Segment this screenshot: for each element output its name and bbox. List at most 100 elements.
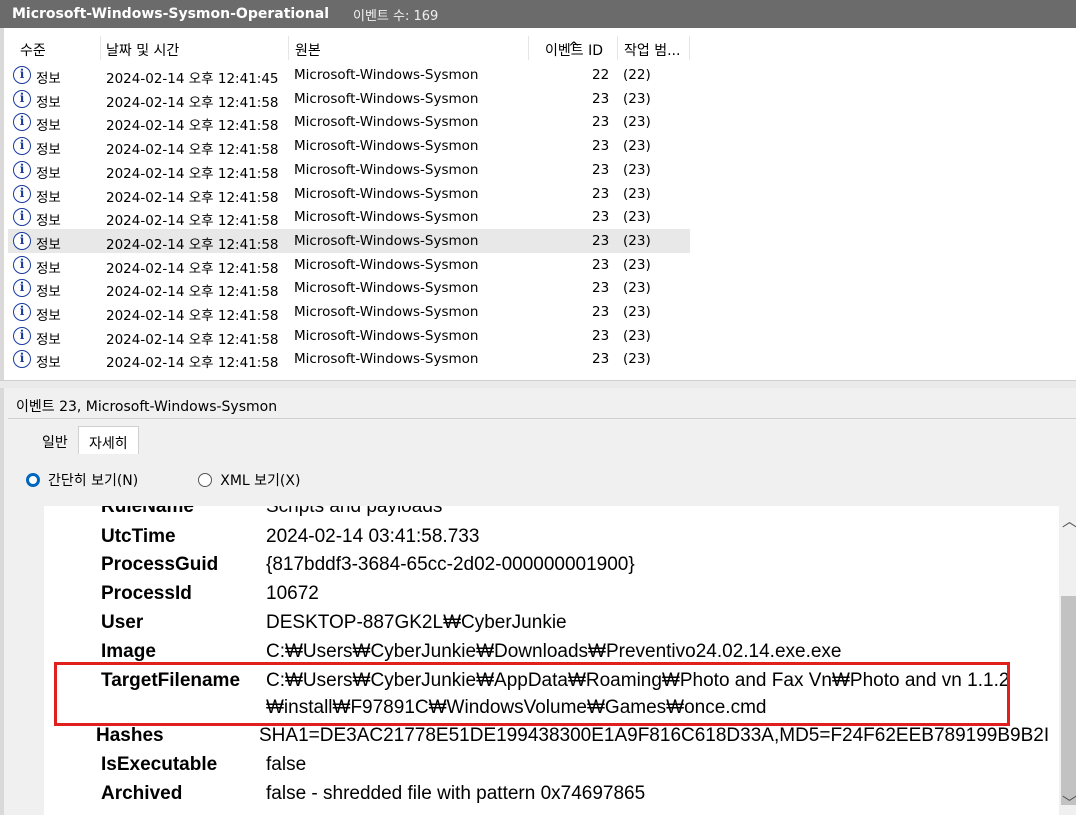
cell-source: Microsoft-Windows-Sysmon bbox=[294, 90, 479, 107]
cell-source: Microsoft-Windows-Sysmon bbox=[294, 138, 479, 155]
list-splitter[interactable] bbox=[0, 380, 1076, 388]
field-row: Hashes SHA1=DE3AC21778E51DE199438300E1A9F… bbox=[44, 725, 1059, 754]
column-level[interactable]: 수준 bbox=[20, 40, 46, 60]
table-row[interactable]: i 정보 2024-02-14 오후 12:41:58 Microsoft-Windo… bbox=[8, 300, 690, 324]
field-key: RuleName bbox=[101, 506, 194, 517]
column-separator[interactable] bbox=[100, 36, 101, 60]
field-row: IsExecutable false bbox=[44, 754, 1059, 783]
cell-source: Microsoft-Windows-Sysmon bbox=[294, 304, 479, 320]
cell-source: Microsoft-Windows-Sysmon bbox=[294, 351, 479, 368]
table-row[interactable]: i 정보 2024-02-14 오후 12:41:58 Microsoft-Windo… bbox=[8, 87, 690, 111]
cell-level: 정보 bbox=[36, 165, 61, 182]
info-icon: i bbox=[13, 89, 31, 108]
info-icon: i bbox=[13, 279, 31, 298]
cell-event-id: 23 bbox=[592, 280, 610, 297]
info-icon: i bbox=[13, 255, 31, 274]
table-row[interactable]: i 정보 2024-02-14 오후 12:41:58 Microsoft-Windo… bbox=[8, 182, 690, 206]
cell-source: Microsoft-Windows-Sysmon bbox=[294, 67, 479, 83]
table-row[interactable]: i 정보 2024-02-14 오후 12:41:58 Microsoft-Windo… bbox=[8, 276, 690, 300]
table-row[interactable]: i 정보 2024-02-14 오후 12:41:58 Microsoft-Windo… bbox=[8, 205, 690, 229]
event-detail-title: 이벤트 23, Microsoft-Windows-Sysmon bbox=[16, 399, 278, 415]
cell-datetime: 2024-02-14 오후 12:41:58 bbox=[106, 165, 279, 182]
info-icon: i bbox=[13, 137, 31, 156]
xml-view-radio[interactable] bbox=[198, 473, 213, 487]
chevron-down-icon[interactable]: ﹀ bbox=[1062, 792, 1076, 813]
cell-datetime: 2024-02-14 오후 12:41:45 bbox=[106, 71, 279, 87]
cell-level: 정보 bbox=[36, 71, 61, 87]
cell-datetime: 2024-02-14 오후 12:41:58 bbox=[106, 355, 279, 372]
field-value: false bbox=[266, 754, 307, 775]
cell-event-id: 23 bbox=[592, 232, 610, 249]
friendly-view-label[interactable]: 간단히 보기(N) bbox=[48, 470, 138, 490]
event-data-view: RuleName Scripts and payloads UtcTime 2024… bbox=[44, 506, 1059, 815]
table-row[interactable]: i 정보 2024-02-14 오후 12:41:58 Microsoft-Windo… bbox=[8, 158, 690, 182]
field-key: ProcessGuid bbox=[101, 554, 219, 575]
field-value: false - shredded file with pattern 0x746… bbox=[266, 783, 646, 804]
cell-level: 정보 bbox=[36, 308, 61, 324]
info-icon: i bbox=[13, 160, 31, 179]
field-key: Image bbox=[101, 641, 156, 662]
info-icon: i bbox=[13, 303, 31, 321]
cell-datetime: 2024-02-14 오후 12:41:58 bbox=[106, 142, 279, 159]
cell-source: Microsoft-Windows-Sysmon bbox=[294, 114, 479, 131]
cell-event-id: 23 bbox=[592, 351, 610, 368]
cell-source: Microsoft-Windows-Sysmon bbox=[294, 280, 479, 297]
friendly-view-radio[interactable] bbox=[26, 473, 40, 487]
cell-event-id: 23 bbox=[592, 114, 610, 131]
table-row[interactable]: i 정보 2024-02-14 오후 12:41:58 Microsoft-Windo… bbox=[8, 324, 690, 348]
cell-task-category: (23) bbox=[623, 351, 651, 368]
cell-datetime: 2024-02-14 오후 12:41:58 bbox=[106, 118, 279, 135]
cell-level: 정보 bbox=[36, 213, 61, 230]
column-separator[interactable] bbox=[689, 36, 690, 60]
field-value: DESKTOP-887GK2L₩CyberJunkie bbox=[266, 612, 567, 633]
field-row: ProcessId 10672 bbox=[44, 583, 1059, 612]
chevron-up-icon[interactable]: ︿ bbox=[1062, 510, 1076, 531]
field-value: Scripts and payloads bbox=[266, 506, 443, 517]
event-list[interactable]: 수준 날짜 및 시간 원본 이벤트 ID 작업 범... ^ i 정보 2024-0… bbox=[0, 28, 1076, 380]
field-key: ProcessId bbox=[101, 583, 192, 604]
field-value: {817bddf3-3684-65cc-2d02-000000001900} bbox=[266, 554, 635, 575]
table-row[interactable]: i 정보 2024-02-14 오후 12:41:58 Microsoft-Windo… bbox=[8, 228, 690, 253]
target-filename-highlight-box bbox=[54, 662, 1010, 726]
column-separator[interactable] bbox=[528, 36, 529, 60]
column-separator[interactable] bbox=[617, 36, 618, 60]
column-datetime[interactable]: 날짜 및 시간 bbox=[106, 40, 179, 60]
cell-datetime: 2024-02-14 오후 12:41:58 bbox=[106, 213, 279, 230]
cell-level: 정보 bbox=[36, 355, 61, 372]
cell-task-category: (23) bbox=[623, 280, 651, 297]
info-icon: i bbox=[13, 113, 31, 132]
field-key: User bbox=[101, 612, 144, 633]
column-task-category[interactable]: 작업 범... bbox=[624, 40, 680, 60]
cell-event-id: 23 bbox=[592, 138, 610, 155]
column-source[interactable]: 원본 bbox=[295, 40, 321, 60]
info-icon: i bbox=[13, 350, 31, 369]
info-icon: i bbox=[13, 184, 31, 203]
xml-view-label[interactable]: XML 보기(X) bbox=[220, 470, 300, 490]
info-icon: i bbox=[13, 326, 31, 345]
scrollbar-thumb[interactable] bbox=[1061, 596, 1076, 805]
cell-task-category: (23) bbox=[623, 327, 651, 344]
field-value: 10672 bbox=[266, 583, 319, 604]
table-row[interactable]: i 정보 2024-02-14 오후 12:41:45 Microsoft-Windo… bbox=[8, 63, 690, 87]
table-row[interactable]: i 정보 2024-02-14 오후 12:41:58 Microsoft-Windo… bbox=[8, 110, 690, 134]
info-icon: i bbox=[13, 231, 31, 250]
column-separator[interactable] bbox=[288, 36, 289, 60]
tab-general[interactable]: 일반 bbox=[32, 426, 78, 454]
cell-source: Microsoft-Windows-Sysmon bbox=[294, 209, 479, 226]
cell-event-id: 23 bbox=[592, 304, 610, 320]
table-row[interactable]: i 정보 2024-02-14 오후 12:41:58 Microsoft-Windo… bbox=[8, 134, 690, 158]
tab-details[interactable]: 자세히 bbox=[78, 426, 139, 454]
view-mode-options: 간단히 보기(N) XML 보기(X) bbox=[26, 470, 360, 490]
cell-level: 정보 bbox=[36, 260, 61, 277]
cell-task-category: (23) bbox=[623, 114, 651, 131]
cell-task-category: (23) bbox=[623, 161, 651, 178]
field-row: RuleName Scripts and payloads bbox=[44, 506, 1059, 525]
detail-scrollbar[interactable]: ︿ ﹀ bbox=[1059, 506, 1076, 815]
column-header: 수준 날짜 및 시간 원본 이벤트 ID 작업 범... ^ bbox=[8, 34, 690, 60]
field-value: C:₩Users₩CyberJunkie₩Downloads₩Preventiv… bbox=[266, 641, 842, 662]
table-row[interactable]: i 정보 2024-02-14 오후 12:41:58 Microsoft-Windo… bbox=[8, 253, 690, 277]
table-row[interactable]: i 정보 2024-02-14 오후 12:41:58 Microsoft-Windo… bbox=[8, 347, 690, 371]
field-value: 2024-02-14 03:41:58.733 bbox=[266, 526, 480, 547]
cell-task-category: (23) bbox=[623, 304, 651, 320]
cell-source: Microsoft-Windows-Sysmon bbox=[294, 232, 479, 249]
